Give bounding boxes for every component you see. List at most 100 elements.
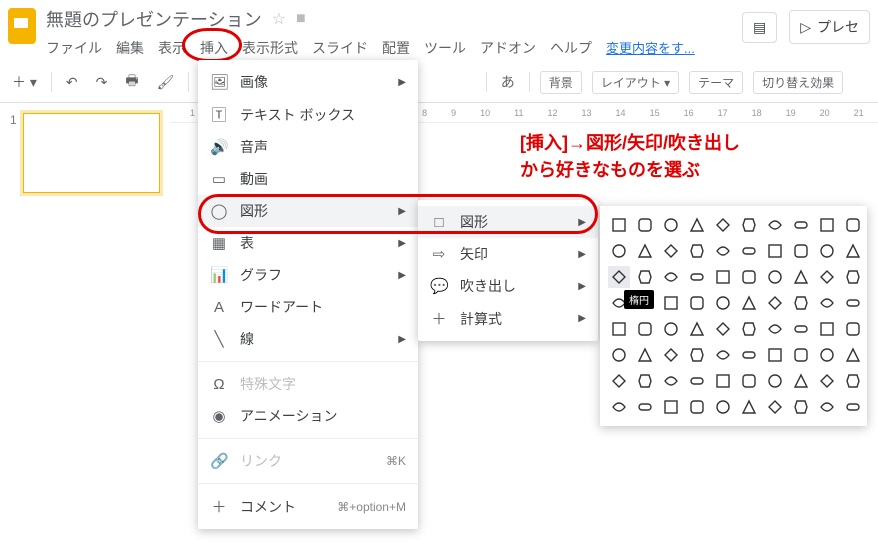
shape-option-48[interactable] xyxy=(816,318,838,340)
shape-option-59[interactable] xyxy=(842,344,864,366)
shape-option-1[interactable] xyxy=(634,214,656,236)
shape-option-61[interactable] xyxy=(634,370,656,392)
shape-option-51[interactable] xyxy=(634,344,656,366)
shape-option-25[interactable] xyxy=(738,266,760,288)
menu-ヘルプ[interactable]: ヘルプ xyxy=(550,38,592,58)
background-button[interactable]: 背景 xyxy=(540,71,582,94)
shape-option-70[interactable] xyxy=(608,396,630,418)
shape-sub-矢印[interactable]: ⇨矢印▶ xyxy=(418,238,598,270)
shape-option-45[interactable] xyxy=(738,318,760,340)
shape-option-65[interactable] xyxy=(738,370,760,392)
shape-option-15[interactable] xyxy=(738,240,760,262)
shape-option-7[interactable] xyxy=(790,214,812,236)
theme-button[interactable]: テーマ xyxy=(689,71,743,94)
shape-option-79[interactable] xyxy=(842,396,864,418)
shape-option-6[interactable] xyxy=(764,214,786,236)
shape-option-44[interactable] xyxy=(712,318,734,340)
shape-option-75[interactable] xyxy=(738,396,760,418)
shape-option-58[interactable] xyxy=(816,344,838,366)
shape-option-68[interactable] xyxy=(816,370,838,392)
shape-option-52[interactable] xyxy=(660,344,682,366)
insert-wordart[interactable]: Aワードアート xyxy=(198,291,418,323)
shape-option-11[interactable] xyxy=(634,240,656,262)
shape-option-57[interactable] xyxy=(790,344,812,366)
shape-sub-図形[interactable]: □図形▶ xyxy=(418,206,598,238)
shape-option-73[interactable] xyxy=(686,396,708,418)
shape-option-19[interactable] xyxy=(842,240,864,262)
shape-option-71[interactable] xyxy=(634,396,656,418)
shape-option-13[interactable] xyxy=(686,240,708,262)
menu-配置[interactable]: 配置 xyxy=(382,38,410,58)
shape-sub-吹き出し[interactable]: 💬吹き出し▶ xyxy=(418,270,598,302)
lang-button[interactable]: あ xyxy=(497,70,519,94)
shape-option-63[interactable] xyxy=(686,370,708,392)
shape-option-78[interactable] xyxy=(816,396,838,418)
shape-option-9[interactable] xyxy=(842,214,864,236)
shape-option-50[interactable] xyxy=(608,344,630,366)
menu-編集[interactable]: 編集 xyxy=(116,38,144,58)
save-status[interactable]: 変更内容をす... xyxy=(606,38,695,58)
insert-video[interactable]: ▭動画 xyxy=(198,163,418,195)
shape-option-69[interactable] xyxy=(842,370,864,392)
shape-option-3[interactable] xyxy=(686,214,708,236)
shape-option-74[interactable] xyxy=(712,396,734,418)
shape-option-41[interactable] xyxy=(634,318,656,340)
new-slide-button[interactable]: ＋ ▾ xyxy=(8,70,41,94)
shape-option-39[interactable] xyxy=(842,292,864,314)
shape-option-33[interactable] xyxy=(686,292,708,314)
shape-option-42[interactable] xyxy=(660,318,682,340)
shape-option-36[interactable] xyxy=(764,292,786,314)
menu-表示形式[interactable]: 表示形式 xyxy=(242,38,298,58)
shape-option-16[interactable] xyxy=(764,240,786,262)
shape-option-14[interactable] xyxy=(712,240,734,262)
shape-option-77[interactable] xyxy=(790,396,812,418)
insert-shape[interactable]: ◯図形▶ xyxy=(198,195,418,227)
shape-option-64[interactable] xyxy=(712,370,734,392)
insert-table[interactable]: ▦表▶ xyxy=(198,227,418,259)
shape-option-5[interactable] xyxy=(738,214,760,236)
shape-option-0[interactable] xyxy=(608,214,630,236)
comments-button[interactable]: ▤ xyxy=(742,12,777,43)
present-button[interactable]: ▷ プレセ xyxy=(789,10,870,44)
shape-option-60[interactable] xyxy=(608,370,630,392)
paint-format-button[interactable]: 🖌 xyxy=(153,72,179,93)
shape-option-72[interactable] xyxy=(660,396,682,418)
insert-audio[interactable]: 🔊音声 xyxy=(198,131,418,163)
print-button[interactable]: 🖶 xyxy=(121,68,142,96)
shape-option-10[interactable] xyxy=(608,240,630,262)
slide-thumbnail[interactable] xyxy=(23,113,160,193)
shape-option-55[interactable] xyxy=(738,344,760,366)
shape-option-47[interactable] xyxy=(790,318,812,340)
redo-button[interactable]: ↷ xyxy=(92,72,112,93)
shape-option-4[interactable] xyxy=(712,214,734,236)
shape-option-32[interactable] xyxy=(660,292,682,314)
folder-icon[interactable]: ■ xyxy=(296,10,306,28)
shape-option-12[interactable] xyxy=(660,240,682,262)
shape-option-46[interactable] xyxy=(764,318,786,340)
shape-option-38[interactable] xyxy=(816,292,838,314)
shape-option-20[interactable] xyxy=(608,266,630,288)
shape-option-43[interactable] xyxy=(686,318,708,340)
shape-option-22[interactable] xyxy=(660,266,682,288)
insert-comment[interactable]: ＋コメント⌘+option+M xyxy=(198,490,418,523)
insert-image[interactable]: 🖼画像▶ xyxy=(198,66,418,98)
shape-sub-計算式[interactable]: ＋計算式▶ xyxy=(418,302,598,335)
shape-option-49[interactable] xyxy=(842,318,864,340)
shape-option-18[interactable] xyxy=(816,240,838,262)
insert-chart[interactable]: 📊グラフ▶ xyxy=(198,259,418,291)
shape-option-17[interactable] xyxy=(790,240,812,262)
shape-option-40[interactable] xyxy=(608,318,630,340)
shape-option-54[interactable] xyxy=(712,344,734,366)
shape-option-24[interactable] xyxy=(712,266,734,288)
menu-ツール[interactable]: ツール xyxy=(424,38,466,58)
shape-option-34[interactable] xyxy=(712,292,734,314)
shape-option-66[interactable] xyxy=(764,370,786,392)
menu-表示[interactable]: 表示 xyxy=(158,38,186,58)
shape-option-26[interactable] xyxy=(764,266,786,288)
shape-option-76[interactable] xyxy=(764,396,786,418)
menu-ファイル[interactable]: ファイル xyxy=(46,38,102,58)
star-icon[interactable]: ☆ xyxy=(272,9,286,29)
shape-option-8[interactable] xyxy=(816,214,838,236)
shape-option-62[interactable] xyxy=(660,370,682,392)
insert-anim[interactable]: ◉アニメーション xyxy=(198,400,418,432)
